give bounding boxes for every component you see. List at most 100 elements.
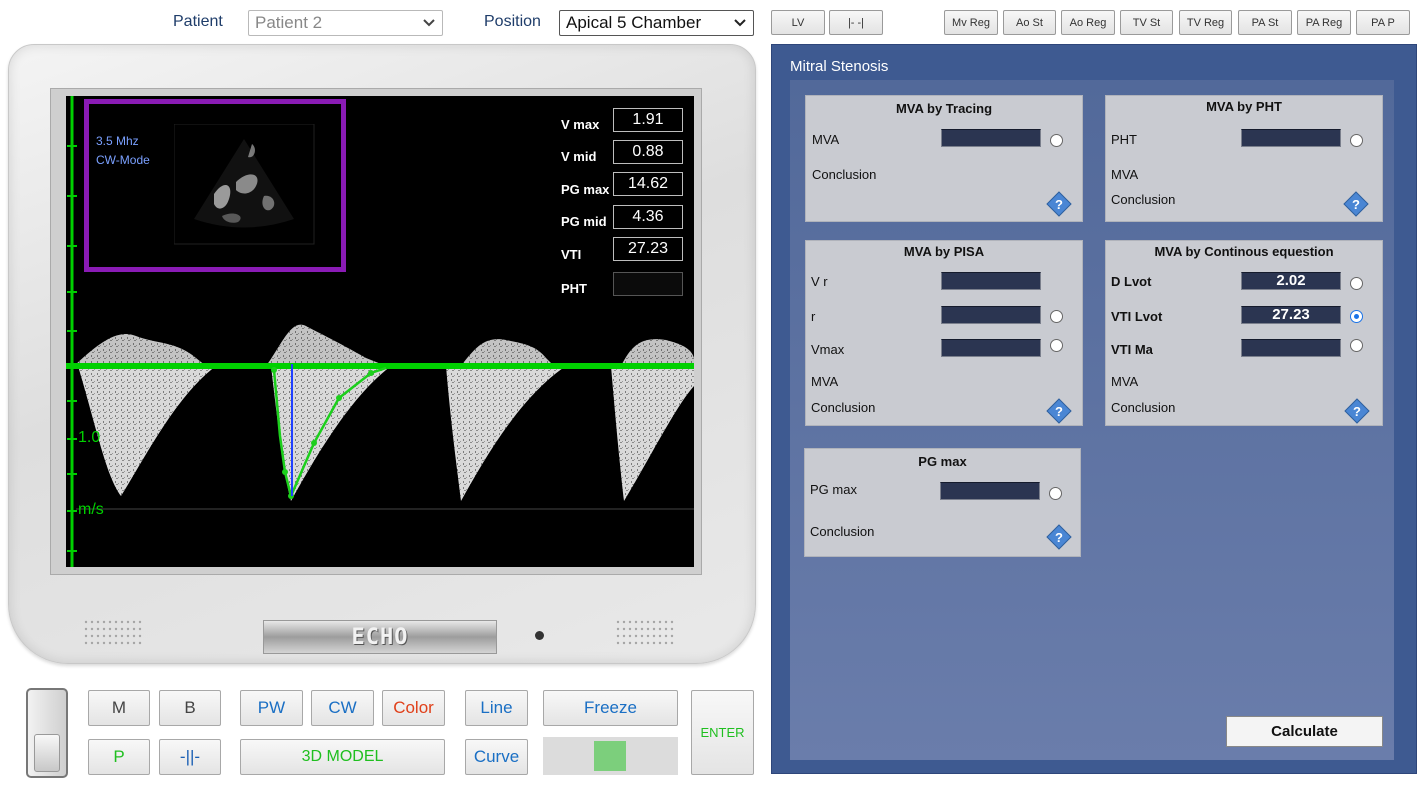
vr-label: V r: [811, 274, 828, 289]
cw-button[interactable]: CW: [311, 690, 374, 726]
card-title: MVA by Tracing: [895, 101, 993, 116]
color-button[interactable]: Color: [382, 690, 445, 726]
conclusion-label: Conclusion: [811, 400, 876, 415]
dlvot-field[interactable]: 2.02: [1241, 272, 1341, 290]
conclusion-label: Conclusion: [1111, 192, 1176, 207]
pgmax-label: PG max: [810, 482, 857, 497]
split-button[interactable]: -||-: [159, 739, 221, 775]
card-title: MVA by PHT: [1206, 99, 1282, 114]
vmid-label: V mid: [561, 149, 597, 164]
valve-button-tv-st[interactable]: TV St: [1120, 10, 1173, 35]
mva-label: MVA: [812, 132, 840, 147]
echo-brand-plate: ECHO: [263, 620, 497, 654]
r-field[interactable]: [941, 306, 1041, 324]
help-icon[interactable]: ?: [1046, 398, 1072, 424]
mode-m-button[interactable]: M: [88, 690, 150, 726]
freeze-slider-thumb[interactable]: [594, 741, 626, 771]
freeze-button[interactable]: Freeze: [543, 690, 678, 726]
vtilvot-field[interactable]: 27.23: [1241, 306, 1341, 324]
pgmax-field[interactable]: [940, 482, 1040, 500]
freeze-slider[interactable]: [543, 737, 678, 775]
card-mva-tracing: MVA by Tracing MVA Conclusion ?: [805, 95, 1083, 222]
valve-button-ao-st[interactable]: Ao St: [1003, 10, 1056, 35]
vr-field[interactable]: [941, 272, 1041, 290]
patient-select[interactable]: Patient 2: [248, 10, 443, 36]
probe-switch[interactable]: [26, 688, 68, 778]
vmax-label: V max: [561, 117, 600, 132]
pht-field[interactable]: [1241, 129, 1341, 147]
vtima-radio[interactable]: [1350, 339, 1363, 352]
vti-value: 27.23: [613, 237, 683, 261]
pgmax-label: PG max: [561, 182, 610, 197]
patient-select-value: Patient 2: [255, 13, 323, 32]
vtilvot-radio[interactable]: [1350, 310, 1363, 323]
help-icon[interactable]: ?: [1344, 398, 1370, 424]
help-icon[interactable]: ?: [1046, 524, 1072, 550]
r-radio[interactable]: [1050, 310, 1063, 323]
help-icon[interactable]: ?: [1046, 191, 1072, 217]
card-mva-continuity: MVA by Continous equestion D Lvot 2.02 V…: [1105, 240, 1383, 426]
pht-value: [613, 272, 683, 296]
vmid-value: 0.88: [613, 140, 683, 164]
pw-button[interactable]: PW: [240, 690, 303, 726]
calculate-button[interactable]: Calculate: [1226, 716, 1383, 747]
curve-button[interactable]: Curve: [465, 739, 528, 775]
pgmid-value: 4.36: [613, 205, 683, 229]
mva-label: MVA: [1111, 167, 1139, 182]
view-button-lv[interactable]: LV: [771, 10, 825, 35]
panel-title: Mitral Stenosis: [790, 58, 889, 75]
valve-button-pa-reg[interactable]: PA Reg: [1297, 10, 1351, 35]
card-mva-pht: MVA by PHT PHT MVA Conclusion ?: [1105, 95, 1383, 222]
vmax-radio[interactable]: [1050, 339, 1063, 352]
position-select[interactable]: Apical 5 Chamber: [559, 10, 754, 36]
pht-label: PHT: [561, 281, 587, 296]
mva-label: MVA: [811, 374, 839, 389]
dlvot-radio[interactable]: [1350, 277, 1363, 290]
mva-label: MVA: [1111, 374, 1139, 389]
r-label: r: [811, 309, 816, 324]
conclusion-label: Conclusion: [810, 524, 875, 539]
enter-button[interactable]: ENTER: [691, 690, 754, 775]
pgmax-radio[interactable]: [1049, 487, 1062, 500]
vtima-field[interactable]: [1241, 339, 1341, 357]
svg-text:?: ?: [1353, 404, 1361, 419]
valve-button-pa-p[interactable]: PA P: [1356, 10, 1410, 35]
speaker-grill-right: [616, 620, 674, 645]
pht-label: PHT: [1111, 132, 1137, 147]
vmax-label: Vmax: [811, 342, 845, 357]
roi-thumbnail[interactable]: 3.5 Mhz CW-Mode: [84, 99, 346, 272]
valve-button-pa-st[interactable]: PA St: [1238, 10, 1292, 35]
echo-screen[interactable]: 3.5 Mhz CW-Mode V max 1.91 V mid 0.88 PG…: [66, 96, 694, 567]
line-button[interactable]: Line: [465, 690, 528, 726]
3d-model-button[interactable]: 3D MODEL: [240, 739, 445, 775]
help-icon[interactable]: ?: [1343, 191, 1369, 217]
valve-button-ao-reg[interactable]: Ao Reg: [1061, 10, 1115, 35]
mva-tracing-radio[interactable]: [1050, 134, 1063, 147]
probe-switch-knob[interactable]: [34, 734, 60, 772]
valve-button-tv-reg[interactable]: TV Reg: [1179, 10, 1232, 35]
dlvot-label: D Lvot: [1111, 274, 1152, 289]
chevron-down-icon: [734, 19, 746, 27]
card-title: MVA by Continous equestion: [1154, 244, 1334, 259]
mode-p-button[interactable]: P: [88, 739, 150, 775]
svg-text:?: ?: [1055, 404, 1063, 419]
vti-label: VTI: [561, 247, 582, 262]
card-pg-max: PG max PG max Conclusion ?: [804, 448, 1081, 557]
scale-value: 1.0: [78, 429, 101, 446]
vtima-label: VTI Ma: [1111, 342, 1153, 357]
mva-tracing-field[interactable]: [941, 129, 1041, 147]
conclusion-label: Conclusion: [812, 167, 877, 182]
mode-b-button[interactable]: B: [159, 690, 221, 726]
card-title: MVA by PISA: [903, 244, 985, 259]
position-select-value: Apical 5 Chamber: [566, 13, 702, 32]
pht-radio[interactable]: [1350, 134, 1363, 147]
valve-button-mv-reg[interactable]: Mv Reg: [944, 10, 998, 35]
mode-text: CW-Mode: [96, 153, 150, 167]
conclusion-label: Conclusion: [1111, 400, 1176, 415]
chevron-down-icon: [423, 19, 435, 27]
card-title: PG max: [918, 454, 967, 469]
vmax-field[interactable]: [941, 339, 1041, 357]
patient-label: Patient: [173, 13, 223, 30]
svg-text:?: ?: [1352, 197, 1360, 212]
view-button-caliper[interactable]: |- -|: [829, 10, 883, 35]
